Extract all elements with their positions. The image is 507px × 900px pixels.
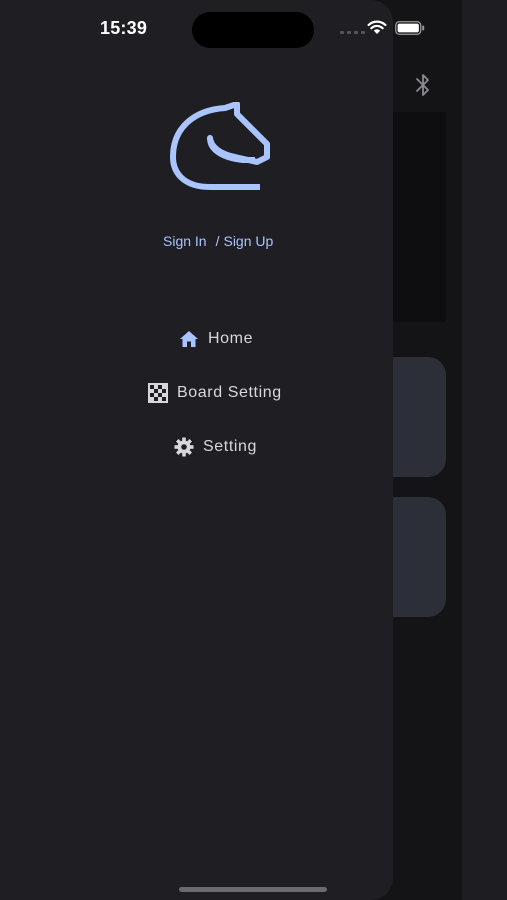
menu-item-label: Board Setting <box>177 384 282 401</box>
bluetooth-icon[interactable] <box>412 72 434 98</box>
menu-item-home[interactable]: Home <box>178 328 253 350</box>
status-time: 15:39 <box>100 18 148 38</box>
auth-separator: / <box>215 233 220 249</box>
auth-links: Sign In / Sign Up <box>163 233 273 249</box>
sign-up-link[interactable]: Sign Up <box>223 233 273 249</box>
checkerboard-icon <box>147 382 169 404</box>
menu-item-board-setting[interactable]: Board Setting <box>147 382 282 404</box>
background-board-preview <box>388 112 446 322</box>
home-indicator[interactable] <box>179 887 327 892</box>
menu-item-setting[interactable]: Setting <box>173 436 257 458</box>
knight-logo-icon <box>170 102 270 190</box>
dynamic-island <box>192 12 314 48</box>
background-edge <box>462 0 507 900</box>
navigation-drawer: 15:39 Sign In / Sign Up Home Board Setti… <box>0 0 393 900</box>
menu-item-label: Setting <box>203 438 258 455</box>
home-icon <box>178 328 200 350</box>
wifi-icon <box>367 20 387 34</box>
cellular-signal-icon <box>340 31 365 34</box>
menu-item-label: Home <box>208 330 254 347</box>
sign-in-link[interactable]: Sign In <box>163 233 207 249</box>
battery-icon <box>395 21 425 35</box>
gear-icon <box>173 436 195 458</box>
